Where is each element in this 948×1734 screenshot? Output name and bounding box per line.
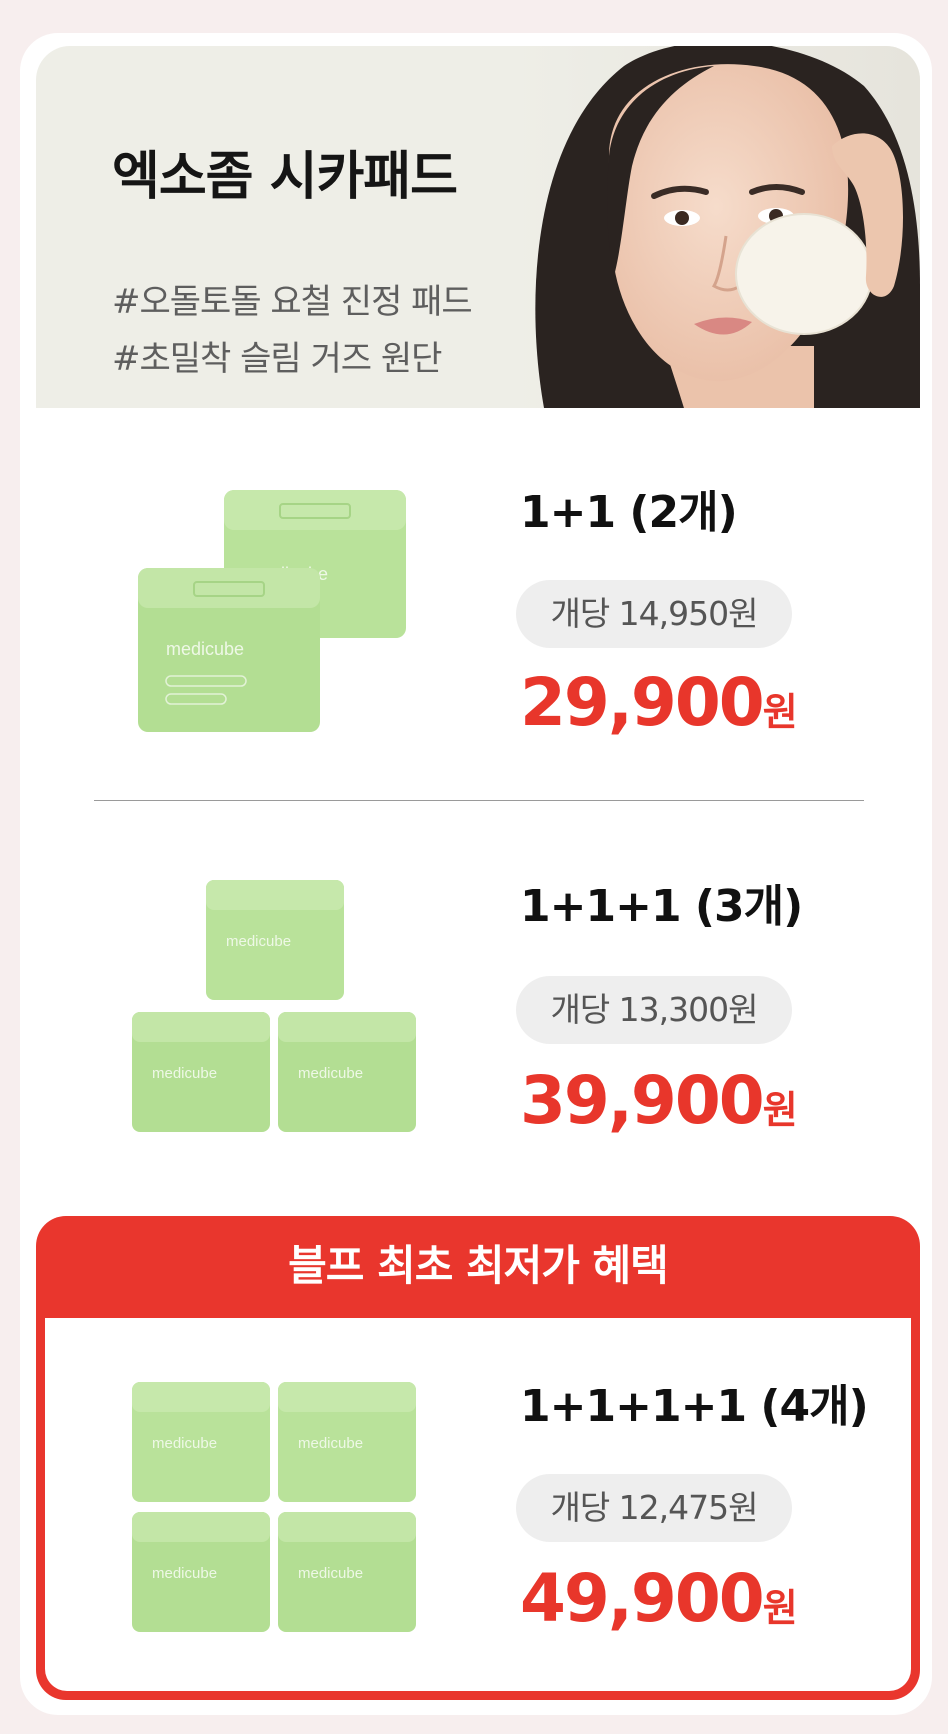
product-name-3: 1+1+1 (3개)	[520, 881, 803, 932]
product-name-2: 1+1 (2개)	[520, 487, 738, 538]
jar-label: medicube	[152, 1065, 217, 1082]
hero-banner: 엑소좀 시카패드 #오돌토돌 요철 진정 패드 #초밀착 슬림 거즈 원단	[36, 46, 920, 408]
jar-label: medicube	[298, 1065, 363, 1082]
hero-tag-1: #오돌토돌 요철 진정 패드	[112, 282, 473, 322]
product-name-4: 1+1+1+1 (4개)	[520, 1381, 869, 1432]
price-3: 39,900원	[520, 1062, 798, 1139]
price-value: 39,900	[520, 1062, 765, 1139]
jar-label: medicube	[298, 1435, 363, 1452]
promo-banner: 블프 최초 최저가 혜택	[288, 1241, 669, 1290]
product-image-2-jars: medicube medicube	[138, 490, 406, 732]
hero-tag-2: #초밀착 슬림 거즈 원단	[112, 339, 442, 379]
price-value: 49,900	[520, 1560, 765, 1637]
price-2: 29,900원	[520, 664, 798, 741]
jar-label: medicube	[166, 639, 244, 659]
divider	[94, 800, 864, 801]
price-currency: 원	[762, 1586, 798, 1630]
hero-title: 엑소좀 시카패드	[112, 147, 458, 207]
product-image-4-jars: medicube medicube medicube medicube	[132, 1382, 416, 1632]
price-4: 49,900원	[520, 1560, 798, 1637]
jar-label: medicube	[298, 1565, 363, 1582]
unit-price-badge-3: 개당 13,300원	[516, 976, 792, 1044]
price-currency: 원	[762, 1088, 798, 1132]
jar-label: medicube	[152, 1565, 217, 1582]
unit-price-badge-2: 개당 14,950원	[516, 580, 792, 648]
jar-label: medicube	[226, 933, 291, 950]
model-photo	[514, 46, 920, 408]
price-currency: 원	[762, 690, 798, 734]
price-value: 29,900	[520, 664, 765, 741]
jar-label: medicube	[152, 1435, 217, 1452]
product-image-3-jars: medicube medicube medicube	[132, 880, 416, 1132]
unit-price-badge-4: 개당 12,475원	[516, 1474, 792, 1542]
